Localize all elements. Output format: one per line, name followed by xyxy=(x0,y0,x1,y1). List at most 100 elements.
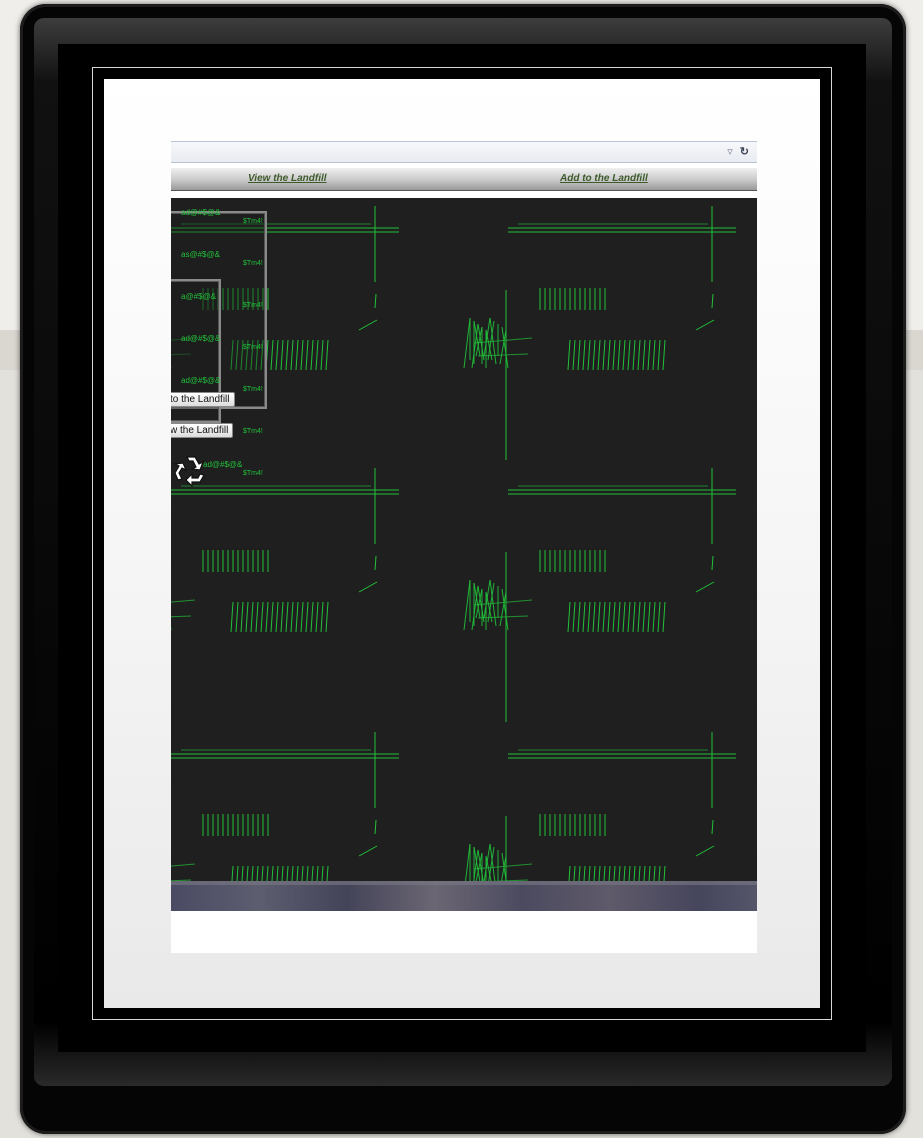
glitch-line xyxy=(255,601,259,633)
glitch-line xyxy=(246,865,249,881)
glitch-line xyxy=(618,865,621,881)
glitch-line xyxy=(613,865,616,881)
glitch-line xyxy=(632,339,636,371)
glitch-line xyxy=(642,601,646,633)
glitch-line xyxy=(374,555,377,571)
glitch-line xyxy=(578,865,581,881)
glitch-line xyxy=(315,601,319,633)
glitch-line xyxy=(270,339,274,371)
glitch-line xyxy=(265,601,269,633)
glitch-line xyxy=(473,337,533,344)
dropdown-arrow-icon[interactable]: ▿ xyxy=(727,146,733,158)
glitch-line xyxy=(171,863,196,867)
glitch-line xyxy=(300,339,304,371)
glitch-line xyxy=(658,865,661,881)
glitch-line xyxy=(652,339,656,371)
glitch-line xyxy=(374,819,377,835)
glitch-line xyxy=(271,865,274,881)
glitch-line xyxy=(587,601,591,633)
glitch-line xyxy=(358,845,378,857)
glitch-line xyxy=(662,339,666,371)
glitch-line xyxy=(489,843,496,881)
glitch-line xyxy=(240,601,244,633)
glitch-line xyxy=(647,339,651,371)
address-bar[interactable]: ▿ ↻ xyxy=(171,141,757,163)
glitch-line xyxy=(663,865,666,881)
screenshot-page: ▿ ↻ View the Landfill Add to the Landfil… xyxy=(171,141,757,953)
glitch-line xyxy=(250,601,254,633)
add-to-landfill-button[interactable]: to the Landfill xyxy=(171,392,235,407)
glitch-line xyxy=(280,339,284,371)
glitch-line xyxy=(607,339,611,371)
glitch-line xyxy=(260,601,264,633)
glitch-line xyxy=(325,601,329,633)
glitch-line xyxy=(285,601,289,633)
glitch-line xyxy=(622,601,626,633)
glitch-line xyxy=(657,339,661,371)
glitch-line xyxy=(290,601,294,633)
menu-side-tag: $Tm4! xyxy=(243,344,263,351)
glitch-line xyxy=(235,601,239,633)
glitch-line xyxy=(251,865,254,881)
glitch-line xyxy=(623,865,626,881)
glitch-line xyxy=(171,599,196,603)
glitch-line xyxy=(295,601,299,633)
glitch-line xyxy=(241,865,244,881)
glitch-line xyxy=(598,865,601,881)
site-nav-bar: View the Landfill Add to the Landfill xyxy=(171,168,757,191)
menu-glitch-text: ad@#$@& xyxy=(181,208,221,217)
glitch-line xyxy=(638,865,641,881)
glitch-line xyxy=(463,579,471,631)
menu-side-tag: $Tm4! xyxy=(243,386,263,393)
glitch-line xyxy=(231,865,234,881)
glitch-line xyxy=(695,319,715,331)
glitch-line xyxy=(291,865,294,881)
glitch-line xyxy=(608,865,611,881)
glitch-line xyxy=(281,865,284,881)
glitch-line xyxy=(296,865,299,881)
glitch-line xyxy=(582,339,586,371)
glitch-line xyxy=(483,843,491,881)
glitch-line xyxy=(245,601,249,633)
glitch-line xyxy=(286,865,289,881)
glitch-line xyxy=(306,865,309,881)
reload-icon[interactable]: ↻ xyxy=(740,146,749,158)
glitch-line xyxy=(603,865,606,881)
glitch-line xyxy=(711,293,714,309)
glitch-line xyxy=(321,865,324,881)
glitch-line xyxy=(642,339,646,371)
glitch-canvas: ad@#$@& as@#$@& a@#$@& ad@#$@& ad@#$@& a… xyxy=(171,198,757,881)
glitch-line xyxy=(711,819,714,835)
glitch-line xyxy=(358,581,378,593)
glitch-line xyxy=(301,865,304,881)
glitch-line xyxy=(695,581,715,593)
glitch-line xyxy=(320,601,324,633)
glitch-line xyxy=(592,601,596,633)
glitch-line xyxy=(593,865,596,881)
glitch-line xyxy=(597,339,601,371)
glitch-line xyxy=(582,601,586,633)
glitch-line xyxy=(374,293,377,309)
glitch-line xyxy=(275,339,279,371)
nav-view-landfill-link[interactable]: View the Landfill xyxy=(248,173,327,184)
glitch-line xyxy=(577,339,581,371)
glitch-line xyxy=(643,865,646,881)
menu-side-tag: $Tm4! xyxy=(243,470,263,477)
menu-side-tag: $Tm4! xyxy=(243,428,263,435)
glitch-line xyxy=(592,339,596,371)
menu-side-tag: $Tm4! xyxy=(243,218,263,225)
glitch-line xyxy=(295,339,299,371)
glitch-line xyxy=(647,601,651,633)
glitch-line xyxy=(617,339,621,371)
view-landfill-button[interactable]: w the Landfill xyxy=(171,423,234,438)
glitch-line xyxy=(632,601,636,633)
glitch-line xyxy=(627,339,631,371)
glitch-line xyxy=(326,865,329,881)
glitch-line xyxy=(612,601,616,633)
glitch-line xyxy=(633,865,636,881)
glitch-line xyxy=(236,865,239,881)
glitch-line xyxy=(316,865,319,881)
glitch-line xyxy=(358,319,378,331)
glitch-line xyxy=(471,323,479,369)
nav-add-landfill-link[interactable]: Add to the Landfill xyxy=(560,173,648,184)
